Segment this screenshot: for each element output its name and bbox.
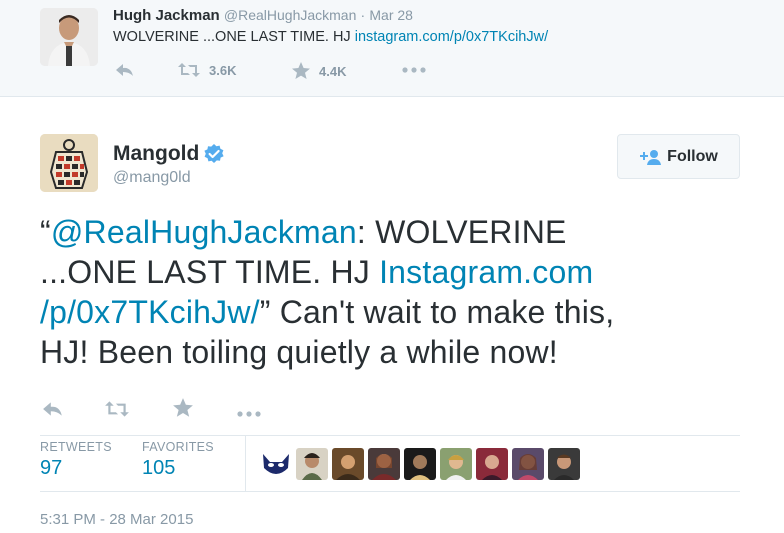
quoted-tweet[interactable]: Hugh Jackman @RealHughJackman · Mar 28 W… [0,0,784,97]
quoted-tweet-link[interactable]: instagram.com/p/0x7TKcihJw/ [355,29,548,45]
favoriter-avatar[interactable] [512,448,544,480]
favorite-button[interactable]: 4.4K [291,62,346,80]
author-name-row[interactable]: Mangold [113,142,224,166]
retweets-count: 97 [40,457,63,479]
favoriter-avatar[interactable] [440,448,472,480]
tweet-timestamp[interactable]: 5:31 PM - 28 Mar 2015 [40,511,193,528]
more-button[interactable] [236,405,262,423]
tweet-text-segment: ...ONE LAST TIME. HJ [40,254,380,290]
retweets-stat[interactable]: RETWEETS 97 [40,440,112,480]
retweet-icon [105,401,129,417]
tweet-stats: RETWEETS 97 FAVORITES 105 [40,436,740,491]
favoriter-avatar[interactable] [368,448,400,480]
tweet-text-segment: ” Can't wait to make this, [259,294,615,330]
favorite-button[interactable] [172,398,194,423]
more-icon [402,67,426,73]
quoted-retweet-count: 3.6K [209,62,237,78]
follow-person-plus-icon [640,149,662,165]
tweet-actions [40,398,300,420]
instagram-link-part-2[interactable]: /p/0x7TKcihJw/ [40,294,260,330]
favorites-count: 105 [142,457,176,479]
favoriter-avatar[interactable] [332,448,364,480]
reply-button[interactable] [42,400,64,423]
header-separator: · [360,7,366,23]
author-name[interactable]: Mangold [113,142,199,166]
retweet-button[interactable]: 3.6K [177,62,236,78]
favorites-stat[interactable]: FAVORITES 105 [142,440,214,480]
quoted-tweet-date[interactable]: Mar 28 [369,7,413,23]
tweet-text-line-1: “@RealHughJackman: WOLVERINE [40,212,700,252]
quoted-favorite-count: 4.4K [319,63,347,79]
favoriter-avatar[interactable] [476,448,508,480]
reply-icon [43,402,62,416]
reply-icon [116,64,133,76]
quoted-author-handle[interactable]: @RealHughJackman [224,7,357,23]
more-icon [237,411,261,417]
verified-badge-icon [204,144,224,163]
favorites-label: FAVORITES [142,440,214,454]
tweet-text-line-3: /p/0x7TKcihJw/” Can't wait to make this, [40,292,700,332]
mention-link[interactable]: @RealHughJackman [51,214,357,250]
tweet-text-segment: : WOLVERINE [356,214,567,250]
quoted-tweet-actions: 3.6K 4.4K [113,62,453,82]
follow-label: Follow [667,147,718,165]
favoriter-avatars [260,448,580,480]
tweet-text-line-4: HJ! Been toiling quietly a while now! [40,334,558,370]
author-handle[interactable]: @mang0ld [113,169,191,187]
stats-bottom-divider [40,491,740,492]
hugh-jackman-avatar[interactable] [40,8,98,66]
follow-button[interactable]: Follow [617,134,740,179]
quoted-author-name[interactable]: Hugh Jackman [113,7,220,24]
tweet-text-line-2: ...ONE LAST TIME. HJ Instagram.com [40,252,700,292]
favoriter-avatar[interactable] [548,448,580,480]
favoriter-avatar[interactable] [404,448,436,480]
mangold-avatar[interactable] [40,134,98,192]
retweet-icon [178,63,200,77]
quoted-tweet-text-plain: WOLVERINE ...ONE LAST TIME. HJ [113,29,355,45]
quoted-tweet-header: Hugh Jackman @RealHughJackman · Mar 28 [113,7,413,24]
retweets-label: RETWEETS [40,440,112,454]
instagram-link-part-1[interactable]: Instagram.com [379,254,593,290]
quoted-tweet-text: WOLVERINE ...ONE LAST TIME. HJ instagram… [113,29,548,45]
reply-button[interactable] [115,62,135,78]
open-quote: “ [40,214,51,250]
star-icon [292,62,310,79]
favoriter-avatar[interactable] [296,448,328,480]
retweet-button[interactable] [104,400,130,423]
stats-vertical-divider [245,436,246,491]
favoriter-avatar[interactable] [260,448,292,480]
tweet-text: “@RealHughJackman: WOLVERINE ...ONE LAST… [40,212,700,372]
star-icon [173,398,193,417]
more-button[interactable] [401,66,427,74]
